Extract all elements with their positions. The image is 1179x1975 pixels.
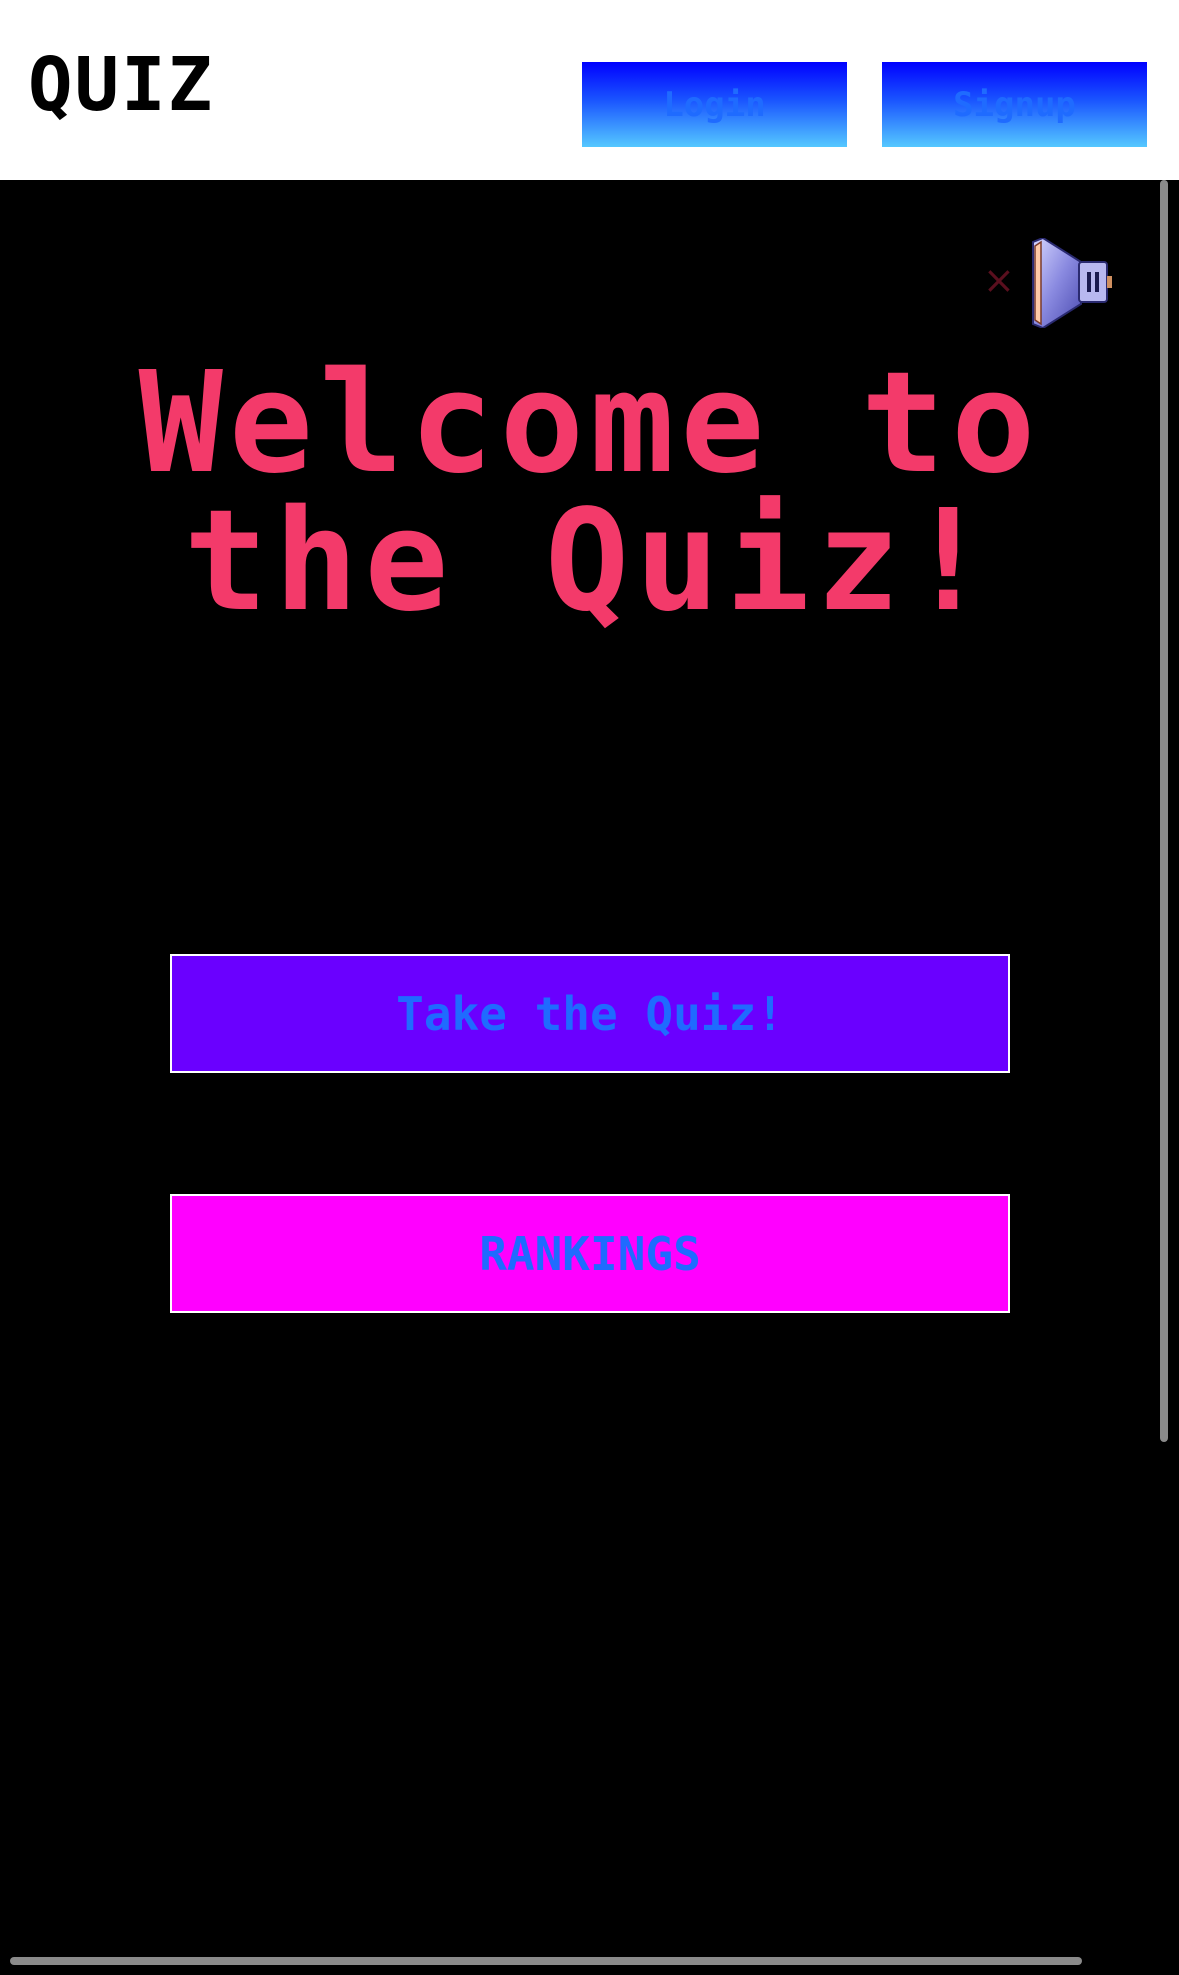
vertical-scrollbar[interactable] <box>1160 180 1168 1442</box>
take-quiz-button[interactable]: Take the Quiz! <box>170 954 1010 1073</box>
speaker-icon <box>1032 238 1112 328</box>
quiz-logo[interactable]: QUIZ <box>28 40 214 130</box>
top-header: QUIZ Login Signup <box>0 0 1179 180</box>
welcome-title: Welcome to the Quiz! <box>138 342 1042 643</box>
login-button[interactable]: Login <box>582 62 847 147</box>
sound-toggle-button[interactable]: × <box>983 238 1113 328</box>
rankings-button[interactable]: RANKINGS <box>170 1194 1010 1313</box>
horizontal-scrollbar[interactable] <box>10 1957 1082 1965</box>
mute-x-icon: × <box>983 258 1015 302</box>
signup-button[interactable]: Signup <box>882 62 1147 147</box>
